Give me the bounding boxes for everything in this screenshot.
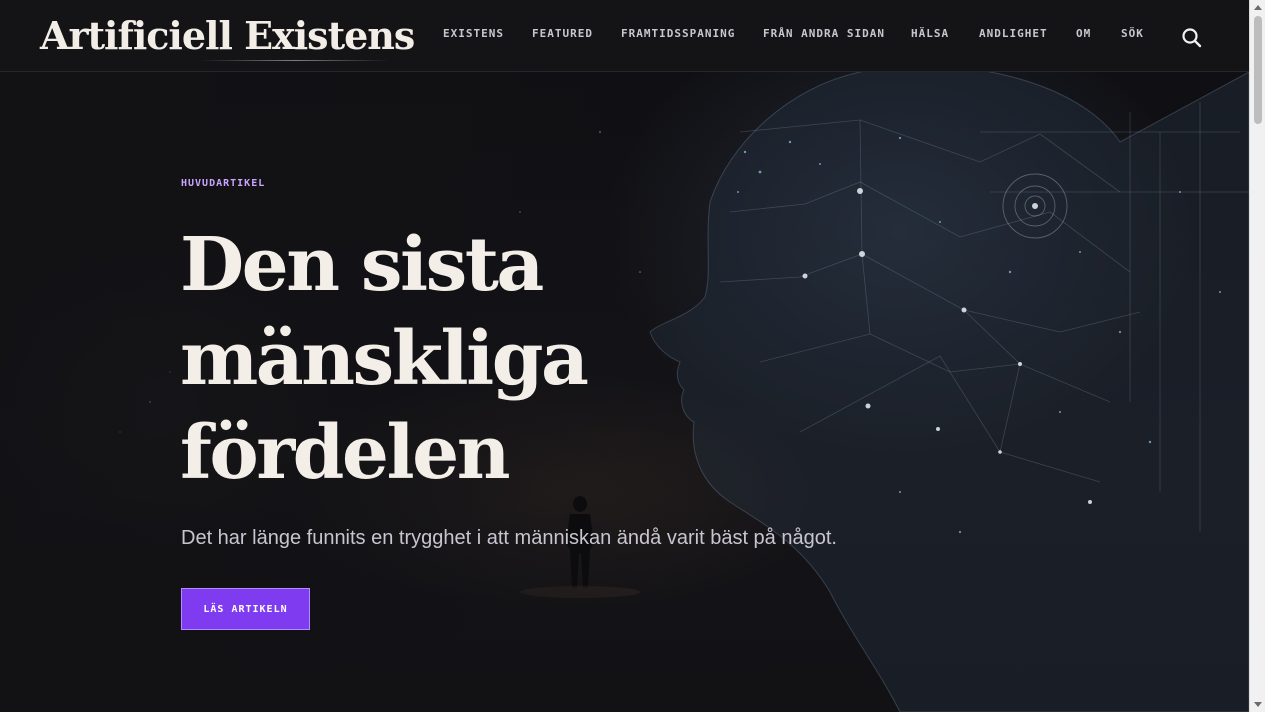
- headline-line: mänskliga: [180, 316, 589, 402]
- nav-item-featured[interactable]: FEATURED: [532, 27, 593, 41]
- site-header: Artificiell Existens EXISTENS FEATURED F…: [0, 0, 1249, 72]
- hero-headline[interactable]: Den sista mänskliga fördelen: [180, 218, 700, 500]
- hero-kicker: HUVUDARTIKEL: [181, 178, 266, 189]
- page-scrollbar[interactable]: [1249, 0, 1265, 712]
- head-outline: [649, 72, 1249, 712]
- hero-section: HUVUDARTIKEL Den sista mänskliga fördele…: [0, 72, 1249, 712]
- read-article-button[interactable]: LÄS ARTIKELN: [181, 588, 310, 630]
- scroll-up-icon[interactable]: [1254, 5, 1262, 10]
- nav-item-framtidsspaning[interactable]: FRAMTIDSSPANING: [621, 27, 735, 41]
- page: Artificiell Existens EXISTENS FEATURED F…: [0, 0, 1249, 712]
- nav-item-halsa[interactable]: HÄLSA: [911, 27, 949, 41]
- logo-underline: [200, 60, 390, 61]
- nav-item-fran-andra-sidan[interactable]: FRÅN ANDRA SIDAN: [763, 27, 885, 41]
- nav-item-sok[interactable]: SÖK: [1121, 27, 1144, 41]
- nav-item-andlighet[interactable]: ANDLIGHET: [979, 27, 1048, 41]
- scroll-thumb[interactable]: [1254, 16, 1262, 124]
- search-icon: [1182, 28, 1202, 48]
- nav-item-existens[interactable]: EXISTENS: [443, 27, 504, 41]
- nav-item-om[interactable]: OM: [1076, 27, 1091, 41]
- hero-lead: Det har länge funnits en trygghet i att …: [181, 527, 837, 549]
- headline-line: fördelen: [180, 410, 511, 496]
- scroll-down-icon[interactable]: [1254, 702, 1262, 707]
- headline-line: Den sista: [180, 222, 544, 308]
- site-logo[interactable]: Artificiell Existens: [40, 11, 415, 61]
- search-button[interactable]: [1180, 26, 1204, 50]
